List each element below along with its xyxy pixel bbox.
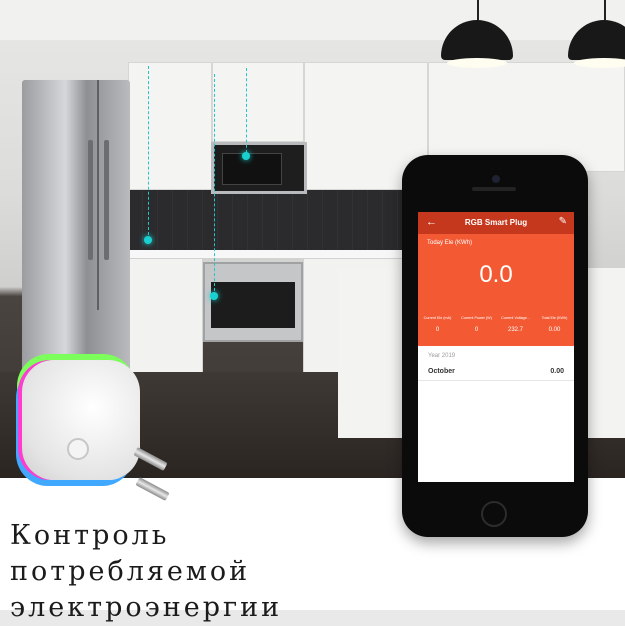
oven [203, 262, 303, 342]
today-energy-label: Today Ele (KWh) [427, 240, 473, 246]
connection-guide-line [214, 74, 215, 296]
backsplash-tiles [128, 190, 428, 252]
microwave [211, 142, 307, 194]
month-name: October [428, 368, 455, 375]
plug-pin [135, 477, 170, 501]
energy-panel: Today Ele (KWh) 0.0 Current Ele (mA) 0 C… [418, 234, 574, 346]
appliance-marker-dot [144, 236, 152, 244]
power-button-icon [67, 438, 89, 460]
caption-line-2: электроэнергии [10, 592, 283, 623]
upper-cabinet [212, 62, 304, 142]
today-energy-value: 0.0 [479, 261, 513, 288]
app-title: RGB Smart Plug [464, 218, 528, 227]
stat-current-voltage: Current Voltage... 232.7 [501, 316, 530, 333]
upper-cabinet [128, 62, 212, 190]
refrigerator [22, 80, 130, 400]
caption-line-1: Контроль потребляемой [10, 520, 251, 587]
home-button[interactable] [481, 501, 507, 527]
year-label: Year 2019 [428, 353, 456, 359]
plug-body [22, 360, 140, 480]
appliance-marker-dot [242, 152, 250, 160]
countertop [128, 250, 428, 258]
stat-current-power: Current Power (W) 0 [461, 316, 492, 333]
ceiling [0, 0, 625, 40]
app-bar: ← RGB Smart Plug ✎ [418, 212, 574, 234]
stat-current-ele: Current Ele (mA) 0 [423, 316, 452, 333]
pencil-icon[interactable]: ✎ [559, 216, 567, 228]
app-screen: ← RGB Smart Plug ✎ Today Ele (KWh) 0.0 C… [418, 212, 574, 482]
plug-pin [133, 447, 168, 471]
speaker-grille [472, 187, 516, 191]
list-item[interactable]: October 0.00 [418, 363, 574, 381]
connection-guide-line [246, 68, 247, 158]
smart-plug-image [22, 360, 180, 518]
stat-total-ele: Total Ele (KWh) 0.00 [541, 316, 568, 333]
appliance-marker-dot [210, 292, 218, 300]
month-value: 0.00 [550, 368, 564, 375]
connection-guide-line [148, 66, 149, 240]
camera-icon [492, 175, 500, 183]
